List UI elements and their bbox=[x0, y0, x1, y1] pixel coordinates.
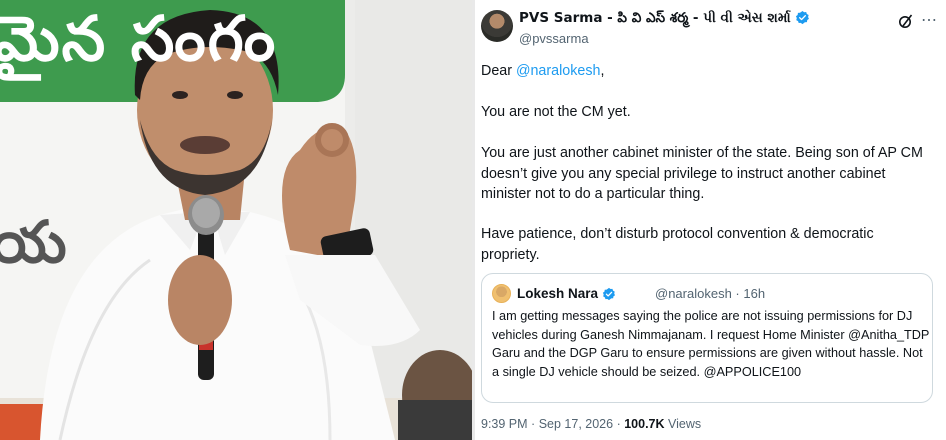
quoted-age[interactable]: 16h bbox=[743, 286, 765, 301]
greeting-prefix: Dear bbox=[481, 63, 516, 79]
quoted-verified-badge-icon bbox=[602, 287, 616, 301]
quoted-author-name[interactable]: Lokesh Nara bbox=[517, 286, 616, 301]
tweet-footer: 9:39 PM · Sep 17, 2026 · 100.7K Views bbox=[481, 417, 701, 431]
tweet-time[interactable]: 9:39 PM bbox=[481, 417, 528, 431]
author-handle[interactable]: @pvssarma bbox=[519, 31, 589, 46]
grok-icon[interactable] bbox=[898, 13, 914, 29]
quoted-author-avatar[interactable] bbox=[492, 284, 511, 303]
views-count: 100.7K bbox=[624, 417, 665, 431]
banner-text-mid: య bbox=[0, 208, 67, 276]
tweet-card: PVS Sarma - పి వి ఎస్ శర్మ - પી વી એસ શર… bbox=[475, 0, 946, 440]
quoted-meta: @naralokesh · 16h bbox=[655, 286, 765, 301]
quoted-author-handle[interactable]: @naralokesh bbox=[655, 286, 732, 301]
greeting-suffix: , bbox=[600, 63, 605, 79]
quoted-author-name-text[interactable]: Lokesh Nara bbox=[517, 286, 598, 301]
footer-separator: · bbox=[531, 417, 536, 431]
author-name[interactable]: PVS Sarma - పి వి ఎస్ శర్మ - પી વી એસ શર… bbox=[519, 10, 810, 29]
tweet-paragraph-1: You are not the CM yet. bbox=[481, 104, 631, 120]
quoted-tweet[interactable]: Lokesh Nara @naralokesh · 16h I am getti… bbox=[481, 273, 933, 403]
author-name-text[interactable]: PVS Sarma - పి వి ఎస్ శర్మ - પી વી એસ શર… bbox=[519, 10, 791, 26]
author-avatar[interactable] bbox=[481, 10, 513, 42]
tweet-greeting: Dear @naralokesh, bbox=[481, 61, 936, 82]
tweet-paragraph-2: You are just another cabinet minister of… bbox=[481, 145, 923, 202]
speaker-photo: మైన సంగం య bbox=[0, 0, 472, 440]
tweet-date[interactable]: Sep 17, 2026 bbox=[539, 417, 613, 431]
banner-text-top: మైన సంగం bbox=[0, 2, 278, 75]
tweet-paragraph-3: Have patience, don’t disturb protocol co… bbox=[481, 226, 874, 263]
mention-link[interactable]: @naralokesh bbox=[516, 63, 600, 79]
quoted-separator: · bbox=[735, 286, 740, 301]
views-label: Views bbox=[668, 417, 702, 431]
more-options-icon[interactable]: ⋯ bbox=[921, 10, 938, 30]
verified-badge-icon bbox=[795, 10, 809, 25]
quoted-tweet-text: I am getting messages saying the police … bbox=[492, 309, 930, 379]
footer-separator-2: · bbox=[616, 417, 621, 431]
